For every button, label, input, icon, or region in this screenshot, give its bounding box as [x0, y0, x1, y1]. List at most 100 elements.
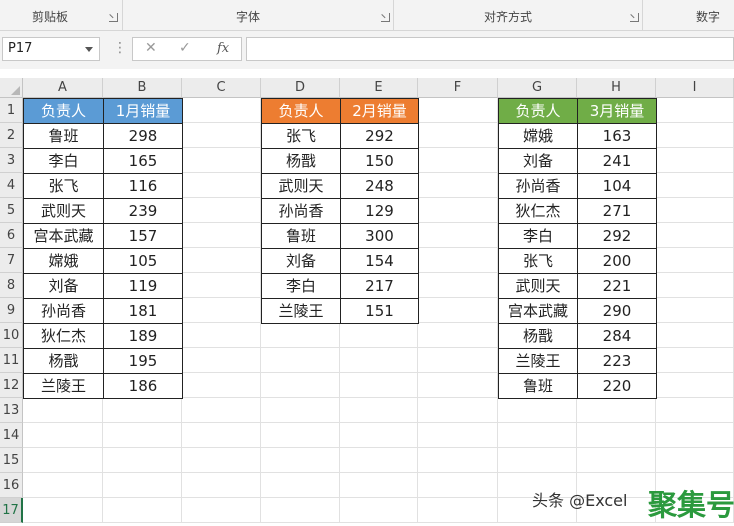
cell[interactable]	[182, 373, 261, 398]
cell[interactable]	[418, 98, 498, 123]
cell[interactable]	[23, 423, 103, 448]
cell[interactable]	[182, 298, 261, 323]
table-cell[interactable]: 鲁班	[261, 223, 341, 249]
table-cell[interactable]: 李白	[261, 273, 341, 299]
table-cell[interactable]: 189	[103, 323, 183, 349]
table-cell[interactable]: 孙尚香	[261, 198, 341, 224]
table-cell[interactable]: 刘备	[261, 248, 341, 274]
more-options-icon[interactable]: ⋮	[113, 40, 127, 56]
cell[interactable]	[182, 223, 261, 248]
table-cell[interactable]: 鲁班	[23, 123, 104, 149]
cell[interactable]	[418, 448, 498, 473]
table-cell[interactable]: 嫦娥	[23, 248, 104, 274]
cell[interactable]	[656, 348, 734, 373]
dialog-launcher-icon[interactable]	[630, 13, 639, 22]
cell[interactable]	[418, 323, 498, 348]
cell[interactable]	[656, 98, 734, 123]
table-cell[interactable]: 220	[577, 373, 657, 399]
row-header-14[interactable]: 14	[0, 423, 23, 448]
table-cell[interactable]: 154	[340, 248, 419, 274]
table-cell[interactable]: 181	[103, 298, 183, 324]
row-header-12[interactable]: 12	[0, 373, 23, 398]
row-header-7[interactable]: 7	[0, 248, 23, 273]
cell[interactable]	[577, 423, 656, 448]
cell[interactable]	[182, 123, 261, 148]
table-cell[interactable]: 116	[103, 173, 183, 199]
column-header-d[interactable]: D	[261, 78, 340, 98]
table-cell[interactable]: 兰陵王	[498, 348, 578, 374]
table-cell[interactable]: 292	[340, 123, 419, 149]
table-cell[interactable]: 223	[577, 348, 657, 374]
cell[interactable]	[261, 423, 340, 448]
row-header-6[interactable]: 6	[0, 223, 23, 248]
cell[interactable]	[261, 348, 340, 373]
cell[interactable]	[182, 323, 261, 348]
cell[interactable]	[656, 298, 734, 323]
row-header-5[interactable]: 5	[0, 198, 23, 223]
cell[interactable]	[261, 473, 340, 498]
row-header-13[interactable]: 13	[0, 398, 23, 423]
dialog-launcher-icon[interactable]	[381, 13, 390, 22]
column-header-e[interactable]: E	[340, 78, 418, 98]
cell[interactable]	[182, 348, 261, 373]
cell[interactable]	[261, 498, 340, 523]
cell[interactable]	[418, 273, 498, 298]
name-box[interactable]: P17	[2, 37, 100, 61]
table-cell[interactable]: 290	[577, 298, 657, 324]
formula-input[interactable]	[246, 37, 734, 61]
cell[interactable]	[23, 498, 103, 523]
table-cell[interactable]: 兰陵王	[261, 298, 341, 324]
table-cell[interactable]: 200	[577, 248, 657, 274]
cell[interactable]	[261, 323, 340, 348]
cell[interactable]	[340, 498, 418, 523]
table-cell[interactable]: 195	[103, 348, 183, 374]
table-cell[interactable]: 292	[577, 223, 657, 249]
table-cell[interactable]: 284	[577, 323, 657, 349]
row-header-10[interactable]: 10	[0, 323, 23, 348]
cell[interactable]	[261, 398, 340, 423]
table-cell[interactable]: 武则天	[23, 198, 104, 224]
table-cell[interactable]: 孙尚香	[498, 173, 578, 199]
table-cell[interactable]: 129	[340, 198, 419, 224]
cell[interactable]	[182, 423, 261, 448]
table-cell[interactable]: 刘备	[23, 273, 104, 299]
table-cell[interactable]: 239	[103, 198, 183, 224]
table-cell[interactable]: 241	[577, 148, 657, 174]
table-cell[interactable]: 217	[340, 273, 419, 299]
cell[interactable]	[418, 298, 498, 323]
table-header-cell[interactable]: 3月销量	[577, 98, 657, 124]
cell[interactable]	[418, 423, 498, 448]
cell[interactable]	[498, 448, 577, 473]
row-header-1[interactable]: 1	[0, 98, 23, 123]
cell[interactable]	[418, 473, 498, 498]
cell[interactable]	[418, 198, 498, 223]
ribbon-group-clipboard[interactable]: 剪贴板	[0, 0, 122, 30]
cell[interactable]	[656, 223, 734, 248]
chevron-down-icon[interactable]	[85, 47, 93, 52]
table-cell[interactable]: 151	[340, 298, 419, 324]
cell[interactable]	[656, 423, 734, 448]
row-header-15[interactable]: 15	[0, 448, 23, 473]
cell[interactable]	[418, 348, 498, 373]
table-cell[interactable]: 157	[103, 223, 183, 249]
table-cell[interactable]: 165	[103, 148, 183, 174]
cell[interactable]	[182, 248, 261, 273]
cell[interactable]	[103, 473, 182, 498]
cell[interactable]	[418, 498, 498, 523]
table-cell[interactable]: 张飞	[261, 123, 341, 149]
table-cell[interactable]: 300	[340, 223, 419, 249]
cell[interactable]	[418, 398, 498, 423]
table-cell[interactable]: 鲁班	[498, 373, 578, 399]
table-cell[interactable]: 宫本武藏	[23, 223, 104, 249]
dialog-launcher-icon[interactable]	[109, 13, 118, 22]
row-header-16[interactable]: 16	[0, 473, 23, 498]
cell[interactable]	[23, 448, 103, 473]
table-cell[interactable]: 104	[577, 173, 657, 199]
table-cell[interactable]: 武则天	[261, 173, 341, 199]
cell[interactable]	[261, 373, 340, 398]
table-header-cell[interactable]: 2月销量	[340, 98, 419, 124]
table-cell[interactable]: 宫本武藏	[498, 298, 578, 324]
cell[interactable]	[182, 148, 261, 173]
column-header-f[interactable]: F	[418, 78, 498, 98]
row-header-17[interactable]: 17	[0, 498, 23, 523]
